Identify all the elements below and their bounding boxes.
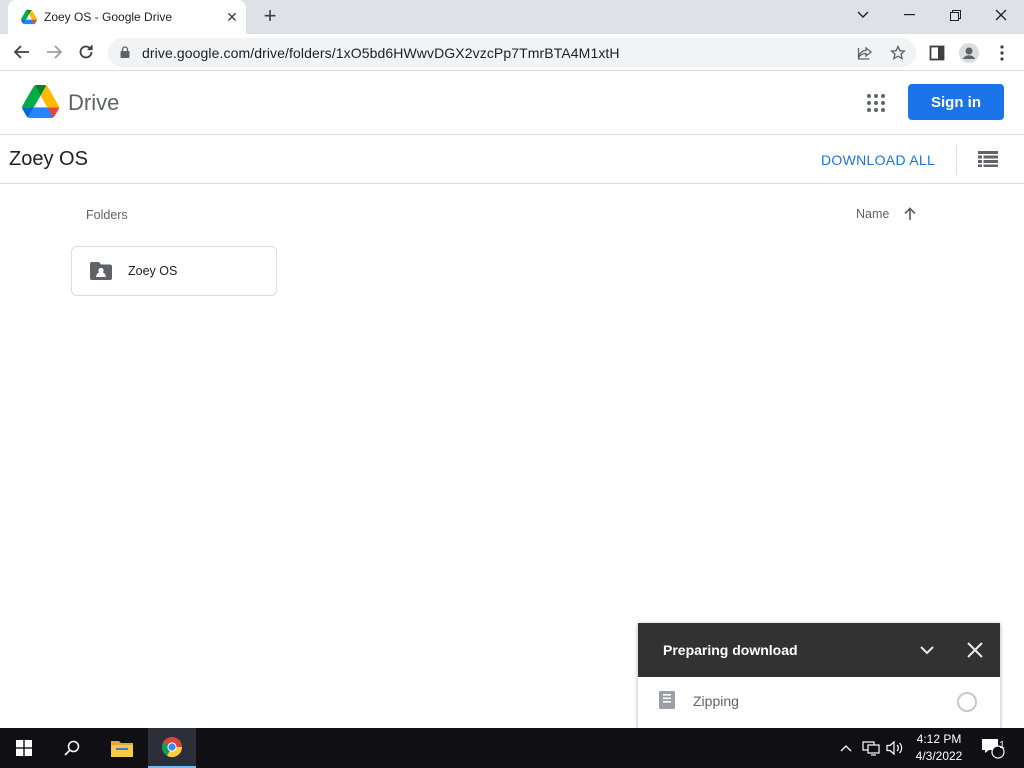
tab-search-chevron-icon[interactable] [840,0,886,30]
url-text: drive.google.com/drive/folders/1xO5bd6HW… [142,45,620,61]
network-icon[interactable] [860,728,882,768]
windows-logo-icon [16,740,32,756]
taskbar-clock[interactable]: 4:12 PM 4/3/2022 [910,731,968,765]
folders-section-label: Folders [86,208,128,222]
restore-icon[interactable] [932,0,978,30]
folder-title-bar: Zoey OS DOWNLOAD ALL [0,135,1024,184]
windows-taskbar: 4:12 PM 4/3/2022 1 [0,728,1024,768]
clock-date: 4/3/2022 [915,749,963,763]
lock-icon [120,46,130,58]
folder-name: Zoey OS [128,264,178,278]
toast-close-icon[interactable] [966,641,984,659]
toast-title: Preparing download [663,642,798,658]
google-drive-logo-icon[interactable] [22,85,59,118]
folder-item[interactable]: Zoey OS [71,246,277,296]
google-apps-grid-icon[interactable] [866,93,886,113]
new-tab-icon[interactable]: + [259,5,281,27]
download-all-button[interactable]: DOWNLOAD ALL [821,152,935,168]
tab-title: Zoey OS - Google Drive [44,10,173,24]
toast-download-item: Zipping [638,677,1000,728]
chrome-icon [161,737,183,758]
back-arrow-icon[interactable] [10,40,34,64]
search-taskbar-button[interactable] [48,728,96,768]
close-window-icon[interactable] [978,0,1024,30]
drive-header: Drive Sign in [0,71,1024,135]
sort-by-name-button[interactable]: Name [856,207,889,221]
zipping-status: Zipping [693,693,739,709]
chrome-taskbar-button[interactable] [148,728,196,768]
zip-file-icon [659,691,675,709]
show-hidden-icons-chevron-icon[interactable] [836,728,856,768]
forward-arrow-icon[interactable] [42,40,66,64]
start-button[interactable] [0,728,48,768]
browser-tab[interactable]: Zoey OS - Google Drive ✕ [8,0,246,34]
toast-header: Preparing download [638,623,1000,677]
sort-ascending-arrow-icon[interactable] [902,206,918,222]
action-center-button[interactable]: 1 [978,728,1008,768]
browser-tab-strip: Zoey OS - Google Drive ✕ + [0,0,1024,34]
collapse-chevron-icon[interactable] [918,641,936,659]
divider [956,145,957,175]
reload-icon[interactable] [74,40,98,64]
share-icon[interactable] [856,44,874,62]
minimize-icon[interactable] [886,0,932,30]
clock-time: 4:12 PM [916,732,962,746]
google-drive-favicon-icon [21,9,37,25]
page-title: Zoey OS [9,148,88,170]
shared-folder-icon [90,262,112,280]
volume-icon[interactable] [884,728,906,768]
list-view-icon[interactable] [978,151,998,167]
sign-in-button[interactable]: Sign in [908,84,1004,120]
search-icon [64,740,80,756]
file-explorer-taskbar-button[interactable] [98,728,146,768]
browser-toolbar: drive.google.com/drive/folders/1xO5bd6HW… [0,34,1024,71]
progress-spinner-icon [957,692,977,712]
folder-icon [111,741,133,757]
notification-count-badge: 1 [999,740,1005,751]
drive-app-name[interactable]: Drive [68,90,119,116]
download-toast: Preparing download Zipping [638,623,1000,728]
tab-close-icon[interactable]: ✕ [223,8,241,26]
address-bar[interactable]: drive.google.com/drive/folders/1xO5bd6HW… [108,38,916,67]
bookmark-star-icon[interactable] [889,44,907,62]
profile-avatar-icon[interactable] [959,43,979,63]
side-panel-icon[interactable] [927,43,947,63]
browser-menu-icon[interactable] [992,43,1012,63]
